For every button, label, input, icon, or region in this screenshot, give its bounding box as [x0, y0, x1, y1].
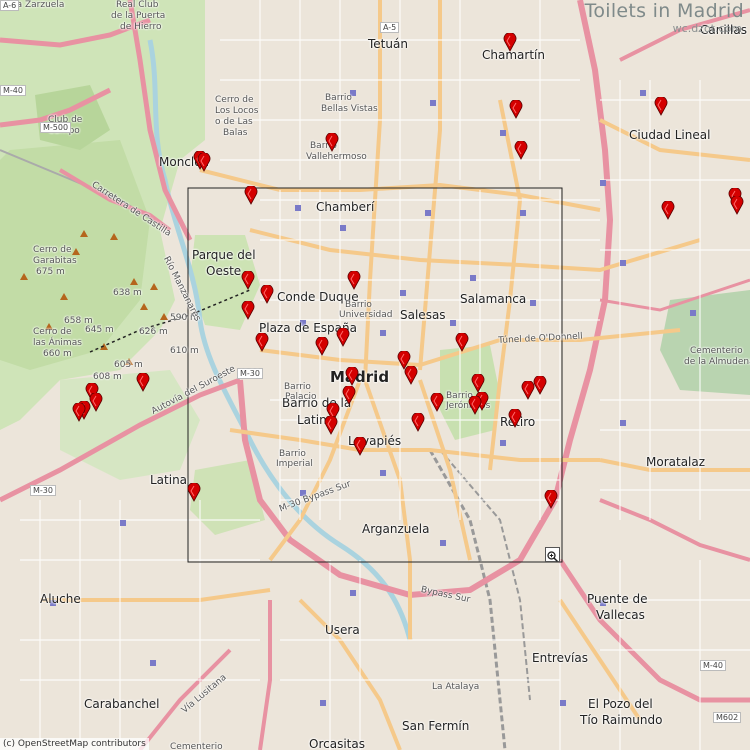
map-label: Salesas	[400, 308, 446, 322]
map-attribution: (c) OpenStreetMap contributors	[0, 738, 149, 750]
map-label: Ciudad Lineal	[629, 128, 711, 142]
map-label: A-5	[380, 22, 400, 33]
toilet-marker-icon[interactable]	[244, 185, 258, 205]
toilet-marker-icon[interactable]	[336, 327, 350, 347]
map-label: Vallehermoso	[306, 152, 367, 162]
map-title: Toilets in Madrid	[584, 0, 744, 22]
toilet-marker-icon[interactable]	[325, 132, 339, 152]
toilet-marker-icon[interactable]	[514, 140, 528, 160]
map-label: Universidad	[339, 310, 393, 320]
map-label: Real Club	[116, 0, 159, 10]
map-label: El Pozo del	[588, 697, 653, 711]
map-label: M-40	[700, 660, 726, 671]
map-label: Puente de	[587, 592, 648, 606]
map-label: Oeste	[206, 264, 242, 278]
map-label: Moratalaz	[646, 455, 706, 469]
map-label: o de Las	[215, 117, 253, 127]
map-label: 626 m	[139, 327, 168, 337]
map-label: Arganzuela	[362, 522, 430, 536]
map-label: Entrevías	[532, 651, 588, 665]
map-label: La Atalaya	[432, 682, 480, 692]
zoom-icon[interactable]	[545, 547, 560, 563]
toilet-marker-icon[interactable]	[430, 392, 444, 412]
map-label: 605 m	[114, 360, 143, 370]
toilet-marker-icon[interactable]	[187, 482, 201, 502]
map-label: Cementerio	[170, 742, 223, 750]
map-label: M-30	[30, 485, 56, 496]
toilet-marker-icon[interactable]	[509, 99, 523, 119]
map-label: de la Puerta	[111, 11, 166, 21]
map-label: Barrio	[325, 93, 352, 103]
map-label: Tetuán	[368, 37, 408, 51]
toilet-marker-icon[interactable]	[411, 412, 425, 432]
map-label: Palacio	[285, 392, 317, 402]
map-label: Aluche	[40, 592, 81, 606]
map-label: Latina	[150, 473, 188, 487]
map-label: Chamberí	[316, 200, 375, 214]
map-label: Orcasitas	[309, 737, 365, 750]
map-label: Usera	[325, 623, 360, 637]
map-label: Salamanca	[460, 292, 527, 306]
map-label: de Hierro	[120, 22, 162, 32]
toilet-marker-icon[interactable]	[241, 300, 255, 320]
map-label: Vallecas	[596, 608, 645, 622]
toilet-marker-icon[interactable]	[404, 365, 418, 385]
map-label: Los Locos	[215, 106, 259, 116]
map-label: 610 m	[170, 346, 199, 356]
toilet-marker-icon[interactable]	[508, 408, 522, 428]
map-label: Cerro de	[33, 245, 72, 255]
toilet-marker-icon[interactable]	[136, 372, 150, 392]
map-label: Balas	[223, 128, 248, 138]
map-label: Tío Raimundo	[580, 713, 663, 727]
map-label: Madrid	[330, 368, 390, 386]
toilet-marker-icon[interactable]	[345, 366, 359, 386]
toilet-marker-icon[interactable]	[342, 385, 356, 405]
map-label: Cerro de	[33, 327, 72, 337]
toilet-marker-icon[interactable]	[468, 395, 482, 415]
map-label: Barrio	[284, 382, 311, 392]
toilet-marker-icon[interactable]	[241, 270, 255, 290]
map-label: Barrio	[279, 449, 306, 459]
toilet-marker-icon[interactable]	[353, 436, 367, 456]
map-label: de la Almudena	[684, 357, 750, 367]
map-label: 660 m	[43, 349, 72, 359]
toilet-marker-icon[interactable]	[89, 392, 103, 412]
map-label: Cerro de	[215, 95, 254, 105]
toilet-marker-icon[interactable]	[654, 96, 668, 116]
toilet-marker-icon[interactable]	[471, 373, 485, 393]
map-subtitle: wc.dzot.com	[672, 22, 742, 35]
toilet-marker-icon[interactable]	[533, 375, 547, 395]
map-label: M-40	[0, 85, 26, 96]
map-label: Cementerio	[690, 346, 743, 356]
map-label: M-30	[237, 368, 263, 379]
map-label: 638 m	[113, 288, 142, 298]
toilet-marker-icon[interactable]	[661, 200, 675, 220]
toilet-marker-icon[interactable]	[544, 489, 558, 509]
map-label: las Ánimas	[33, 338, 82, 348]
toilet-marker-icon[interactable]	[455, 332, 469, 352]
map-label: Garabitas	[33, 256, 77, 266]
toilet-marker-icon[interactable]	[72, 402, 86, 422]
map-label: San Fermín	[402, 719, 470, 733]
map-label: A-6	[0, 0, 20, 11]
map-label: Carabanchel	[84, 697, 160, 711]
map-label: 645 m	[85, 325, 114, 335]
toilet-marker-icon[interactable]	[260, 284, 274, 304]
map-label: Parque del	[192, 248, 256, 262]
map-label: Bellas Vistas	[321, 104, 378, 114]
map-canvas[interactable]: Madrid Tetuán Chamartín Ciudad Lineal Chambe…	[0, 0, 750, 750]
map-label: Imperial	[276, 459, 313, 469]
map-label: 608 m	[93, 372, 122, 382]
map-label: M-500	[40, 122, 72, 133]
map-label: 675 m	[36, 267, 65, 277]
toilet-marker-icon[interactable]	[197, 152, 211, 172]
toilet-marker-icon[interactable]	[315, 336, 329, 356]
toilet-marker-icon[interactable]	[255, 332, 269, 352]
toilet-marker-icon[interactable]	[347, 270, 361, 290]
map-label: M602	[713, 712, 742, 723]
toilet-marker-icon[interactable]	[324, 415, 338, 435]
toilet-marker-icon[interactable]	[503, 32, 517, 52]
map-label: Barrio	[345, 300, 372, 310]
toilet-marker-icon[interactable]	[730, 195, 744, 215]
